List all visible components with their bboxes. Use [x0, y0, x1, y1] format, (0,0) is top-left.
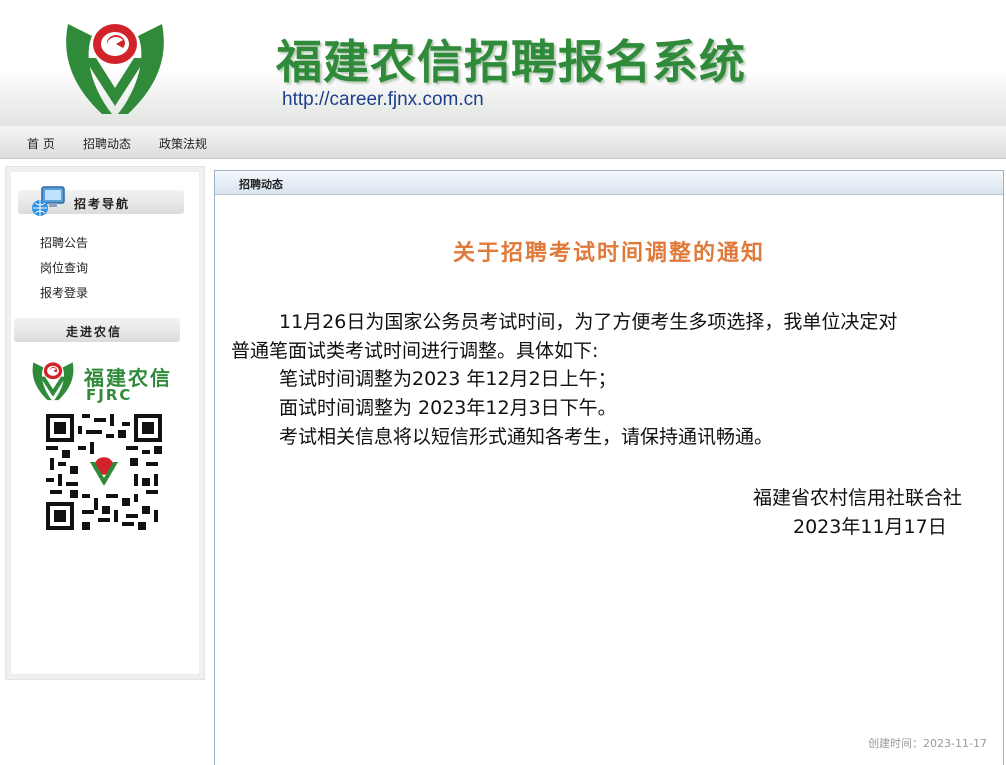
sidebar-link-application-login[interactable]: 报考登录 — [40, 284, 88, 301]
main-nav: 首 页 招聘动态 政策法规 — [0, 126, 1006, 159]
notice-title: 关于招聘考试时间调整的通知 — [452, 240, 765, 266]
nav-item-recruitment-news[interactable]: 招聘动态 — [83, 135, 131, 152]
site-header: 福建农信招聘报名系统 http://career.fjnx.com.cn — [0, 0, 1006, 126]
notice-signature-org: 福建省农村信用社联合社 — [753, 487, 963, 509]
nav-item-home[interactable]: 首 页 — [27, 135, 55, 152]
computer-globe-icon — [32, 186, 65, 216]
fjnx-brand-logo-icon — [32, 362, 74, 401]
sidebar-about-header: 走进农信 — [14, 318, 180, 342]
notice-line-4: 面试时间调整为 2023年12月3日下午。 — [279, 397, 617, 419]
content-section-title: 招聘动态 — [239, 178, 283, 191]
notice-line-1: 11月26日为国家公务员考试时间，为了方便考生多项选择，我单位决定对 — [279, 311, 898, 333]
qr-code-icon — [46, 414, 162, 530]
sidebar-guide-title: 招考导航 — [74, 197, 131, 211]
sidebar-link-position-search[interactable]: 岗位查询 — [40, 259, 88, 276]
notice-signature-date: 2023年11月17日 — [793, 516, 947, 538]
created-time: 创建时间：2023-11-17 — [868, 737, 987, 750]
fjnx-logo-icon — [66, 24, 164, 114]
site-url[interactable]: http://career.fjnx.com.cn — [282, 89, 484, 111]
notice-line-2: 普通笔面试类考试时间进行调整。具体如下: — [231, 340, 599, 362]
content-panel: 招聘动态 关于招聘考试时间调整的通知 11月26日为国家公务员考试时间，为了方便… — [214, 170, 1004, 765]
sidebar-about-title: 走进农信 — [66, 325, 123, 339]
brand-name-en: FJRC — [86, 386, 133, 404]
sidebar-link-announcements[interactable]: 招聘公告 — [40, 234, 88, 251]
nav-item-policies[interactable]: 政策法规 — [159, 135, 207, 152]
notice-line-5: 考试相关信息将以短信形式通知各考生，请保持通讯畅通。 — [279, 426, 774, 448]
notice-line-3: 笔试时间调整为2023 年12月2日上午； — [279, 368, 617, 390]
content-panel-header: 招聘动态 — [215, 171, 1003, 195]
site-title: 福建农信招聘报名系统 — [276, 35, 746, 89]
